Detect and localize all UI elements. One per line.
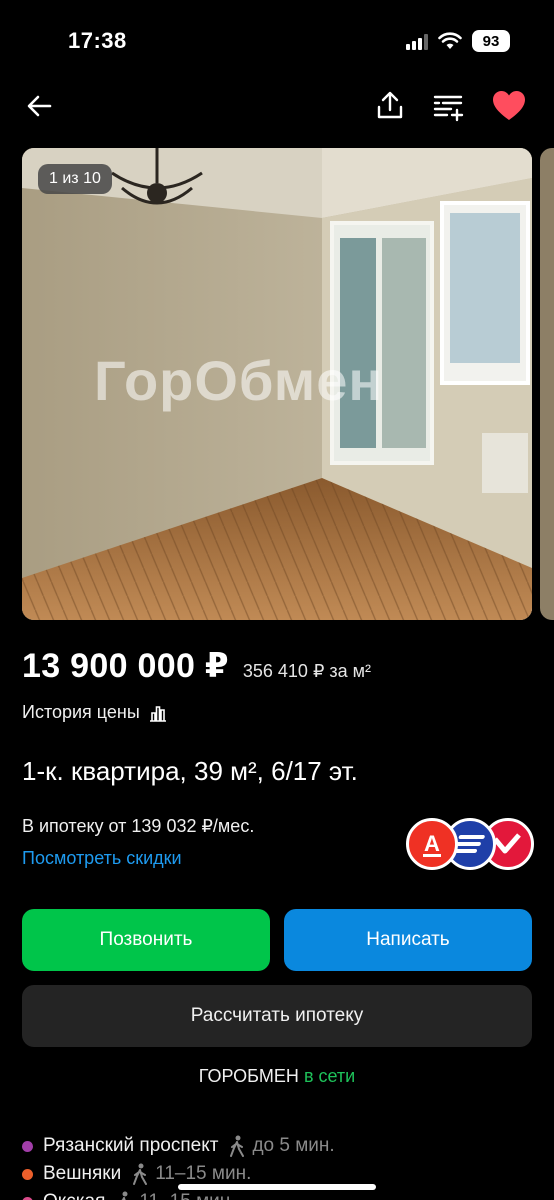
svg-text:А: А xyxy=(424,831,440,856)
battery-icon: 93 xyxy=(472,30,510,52)
metro-station-name: Рязанский проспект xyxy=(43,1135,219,1156)
price: 13 900 000 ₽ xyxy=(22,647,229,685)
view-discounts-link[interactable]: Посмотреть скидки xyxy=(22,848,182,869)
seller-name: ГОРОБМЕН xyxy=(198,1066,299,1086)
call-button[interactable]: Позвонить xyxy=(22,909,270,971)
home-indicator[interactable] xyxy=(178,1184,376,1190)
favorite-button[interactable] xyxy=(490,88,528,124)
calculate-mortgage-button[interactable]: Рассчитать ипотеку xyxy=(22,985,532,1047)
price-history-label: История цены xyxy=(22,702,140,722)
metro-line-dot xyxy=(22,1168,33,1180)
mortgage-offer-text: В ипотеку от 139 032 ₽/мес. xyxy=(22,816,255,836)
online-status: в сети xyxy=(303,1066,356,1086)
photo-gallery[interactable]: ГорОбмен 1 из 10 xyxy=(22,148,554,620)
walking-person-icon xyxy=(121,1191,128,1200)
photo-counter: 1 из 10 xyxy=(38,164,112,194)
wifi-icon xyxy=(438,32,462,49)
write-message-button[interactable]: Написать xyxy=(284,909,532,971)
share-button[interactable] xyxy=(372,88,408,124)
metro-line-dot xyxy=(22,1140,33,1152)
walking-person-icon xyxy=(133,1163,148,1185)
listing-photo[interactable]: ГорОбмен 1 из 10 xyxy=(22,148,532,620)
metro-walk-time: 11–15 мин. xyxy=(155,1163,252,1184)
status-bar: 17:38 93 xyxy=(0,0,554,80)
listing-title: 1-к. квартира, 39 м², 6/17 эт. xyxy=(22,756,358,786)
metro-walk-time: 11–15 мин. xyxy=(139,1191,235,1200)
price-history-link[interactable]: История цены xyxy=(22,702,168,723)
metro-station-name: Вешняки xyxy=(43,1163,122,1184)
status-time: 17:38 xyxy=(68,28,127,53)
seller-status[interactable]: ГОРОБМЕН в сети xyxy=(0,1066,554,1087)
walking-person-icon xyxy=(230,1135,245,1157)
arrow-left-icon xyxy=(27,95,52,117)
heart-icon xyxy=(493,91,525,120)
share-icon xyxy=(377,91,403,119)
bank-logos[interactable]: А xyxy=(406,818,534,870)
price-per-square-meter: 356 410 ₽ за м² xyxy=(242,661,372,681)
metro-walk-time: до 5 мин. xyxy=(252,1135,335,1156)
price-row: 13 900 000 ₽ 356 410 ₽ за м² xyxy=(22,646,371,686)
metro-line-dot xyxy=(22,1196,33,1200)
next-photo-preview[interactable] xyxy=(540,148,554,620)
status-indicators: 93 xyxy=(406,30,510,52)
photo-watermark: ГорОбмен xyxy=(94,349,384,412)
metro-station: Рязанский проспект до 5 мин. xyxy=(22,1132,542,1160)
add-to-compare-button[interactable] xyxy=(431,88,467,124)
cellular-signal-icon xyxy=(406,32,428,50)
alfa-bank-logo: А xyxy=(406,818,458,870)
metro-station-name: Окская xyxy=(43,1191,105,1200)
bar-chart-icon xyxy=(149,705,166,722)
back-button[interactable] xyxy=(22,88,58,124)
top-nav-bar xyxy=(0,82,554,132)
compare-list-icon xyxy=(433,95,464,122)
